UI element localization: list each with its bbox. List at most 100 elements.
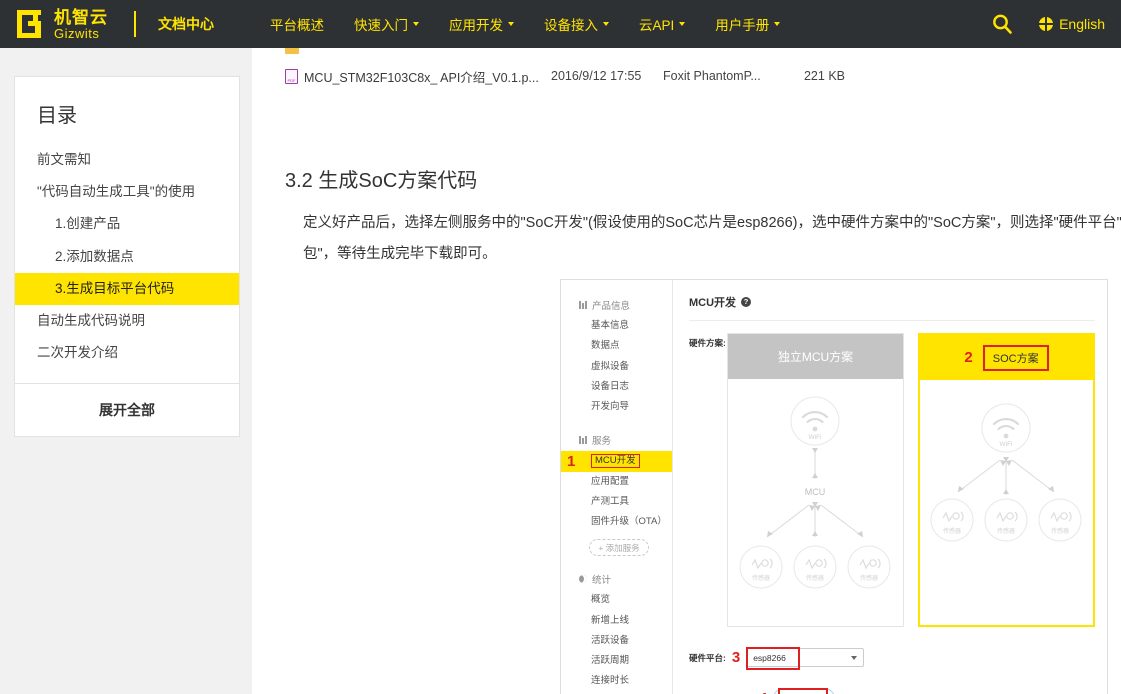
- generate-code-package-button[interactable]: 生成代码包: [773, 688, 835, 694]
- annotation-box: [746, 647, 800, 670]
- sidebar-item-secondary-development[interactable]: 二次开发介绍: [15, 337, 239, 369]
- nav-item-platform-overview[interactable]: 平台概述: [270, 14, 324, 34]
- expand-all-button[interactable]: 展开全部: [15, 383, 239, 436]
- sidebar-item-preface[interactable]: 前文需知: [15, 144, 239, 176]
- card-diagram-soc: WiFi: [920, 380, 1093, 625]
- toc-title: 目录: [15, 77, 239, 144]
- file-date: 2016/9/12 17:55: [551, 69, 663, 83]
- sidebar-item-create-product[interactable]: 1.创建产品: [15, 208, 239, 240]
- file-type: Foxit PhantomP...: [663, 69, 775, 83]
- hardware-scheme-label: 硬件方案:: [689, 333, 727, 627]
- screenshot-main-panel: MCU开发 ? 硬件方案: 独立MCU方案: [673, 280, 1108, 694]
- file-name-cell: MCU_STM32F103C8x_ API介绍_V0.1.p...: [285, 67, 551, 86]
- add-service-button[interactable]: + 添加服务: [589, 539, 649, 556]
- table-of-contents: 目录 前文需知 "代码自动生成工具"的使用 1.创建产品 2.添加数据点 3.生…: [14, 76, 240, 437]
- sidebar-item-generate-platform-code[interactable]: 3.生成目标平台代码: [15, 273, 239, 305]
- language-label: English: [1059, 16, 1105, 32]
- hardware-platform-select[interactable]: esp8266: [746, 648, 864, 667]
- moon-icon: [579, 575, 587, 583]
- screenshot-nav-active-period[interactable]: 活跃周期: [561, 651, 672, 671]
- svg-text:传感器: 传感器: [997, 527, 1015, 535]
- screenshot-group-statistics: 统计: [561, 568, 672, 590]
- screenshot-nav-firmware-ota[interactable]: 固件升级（OTA）: [561, 512, 672, 532]
- chevron-down-icon: [413, 22, 419, 26]
- screenshot-group-product-info: 产品信息: [561, 294, 672, 316]
- table-row[interactable]: MCU_STM32F103C8x_ API介绍_V0.1.p... 2016/9…: [285, 62, 885, 90]
- svg-text:MCU: MCU: [805, 487, 826, 497]
- svg-text:WiFi: WiFi: [1000, 441, 1013, 448]
- hardware-platform-row: 硬件平台: 3 esp8266: [673, 648, 1108, 667]
- nav-label: 云API: [639, 14, 674, 34]
- svg-text:传感器: 传感器: [860, 574, 878, 582]
- main-nav: 平台概述 快速入门 应用开发 设备接入 云API 用户手册: [270, 14, 810, 34]
- screenshot-nav-dev-wizard[interactable]: 开发向导: [561, 397, 672, 417]
- header-divider: [134, 11, 136, 37]
- card-title: 独立MCU方案: [778, 348, 853, 365]
- logo-text-cn: 机智云: [54, 9, 108, 26]
- screenshot-nav-active-devices[interactable]: 活跃设备: [561, 631, 672, 651]
- hardware-scheme-row: 硬件方案: 独立MCU方案: [689, 333, 1095, 627]
- file-name-cell: [285, 48, 551, 54]
- screenshot-nav-virtual-device[interactable]: 虚拟设备: [561, 357, 672, 377]
- screenshot-nav-app-config[interactable]: 应用配置: [561, 472, 672, 492]
- generate-row: 4 生成代码包: [673, 688, 1108, 694]
- screenshot-nav-basic-info[interactable]: 基本信息: [561, 316, 672, 336]
- file-listing: MCU_STM32F103C8x_ API介绍_V0.1.p... 2016/9…: [285, 48, 885, 90]
- panel-title-label: MCU开发: [689, 294, 736, 310]
- svg-text:传感器: 传感器: [806, 574, 824, 582]
- card-title: SOC方案: [983, 345, 1049, 371]
- card-diagram-mcu: WiFi MCU: [728, 379, 903, 624]
- sidebar-item-codegen-tool-usage[interactable]: "代码自动生成工具"的使用: [15, 176, 239, 208]
- annotation-marker-2: 2: [964, 349, 972, 366]
- svg-text:WiFi: WiFi: [809, 434, 822, 441]
- screenshot-nav-production-tool[interactable]: 产测工具: [561, 492, 672, 512]
- pdf-file-icon: [285, 69, 298, 84]
- search-button[interactable]: [991, 13, 1013, 35]
- card-standalone-mcu[interactable]: 独立MCU方案 WiFi: [727, 333, 904, 627]
- scheme-cards: 独立MCU方案 WiFi: [727, 333, 1095, 627]
- chevron-down-icon: [774, 22, 780, 26]
- folder-icon: [285, 48, 299, 54]
- site-logo[interactable]: 机智云 Gizwits: [0, 7, 108, 41]
- screenshot-group-services: 服务: [561, 429, 672, 451]
- left-column: 目录 前文需知 "代码自动生成工具"的使用 1.创建产品 2.添加数据点 3.生…: [0, 48, 252, 694]
- screenshot-nav-overview[interactable]: 概览: [561, 590, 672, 610]
- question-mark-icon[interactable]: ?: [741, 297, 751, 307]
- nav-item-cloud-api[interactable]: 云API: [639, 14, 685, 34]
- embedded-screenshot: 产品信息 基本信息 数据点 虚拟设备 设备日志 开发向导 服务 1 MCU开发 …: [560, 279, 1108, 694]
- sidebar-item-add-datapoint[interactable]: 2.添加数据点: [15, 241, 239, 273]
- annotation-marker-1: 1: [567, 451, 575, 474]
- nav-label: 用户手册: [715, 14, 769, 34]
- soc-topology-diagram: WiFi: [920, 380, 1093, 625]
- screenshot-nav-mcu-development[interactable]: 1 MCU开发: [561, 451, 672, 471]
- screenshot-sidebar: 产品信息 基本信息 数据点 虚拟设备 设备日志 开发向导 服务 1 MCU开发 …: [561, 280, 673, 694]
- nav-item-user-manual[interactable]: 用户手册: [715, 14, 780, 34]
- svg-text:传感器: 传感器: [752, 574, 770, 582]
- card-header: 2 SOC方案: [920, 335, 1093, 380]
- page-title: 3.2 生成SoC方案代码: [285, 164, 477, 193]
- screenshot-panel-title: MCU开发 ?: [689, 294, 1095, 321]
- logo-text-en: Gizwits: [54, 27, 108, 40]
- sidebar-item-autogen-code-notes[interactable]: 自动生成代码说明: [15, 305, 239, 337]
- chevron-down-icon: [851, 656, 857, 660]
- svg-text:传感器: 传感器: [943, 527, 961, 535]
- search-icon: [991, 13, 1013, 35]
- nav-item-app-development[interactable]: 应用开发: [449, 14, 514, 34]
- nav-item-device-access[interactable]: 设备接入: [544, 14, 609, 34]
- language-switcher[interactable]: English: [1039, 16, 1105, 32]
- screenshot-nav-connect-duration[interactable]: 连接时长: [561, 671, 672, 691]
- body-paragraph: 定义好产品后，选择左侧服务中的"SoC开发"(假设使用的SoC芯片是esp826…: [303, 208, 1121, 270]
- card-soc-scheme[interactable]: 2 SOC方案 WiFi: [918, 333, 1095, 627]
- mcu-topology-diagram: WiFi MCU: [728, 379, 903, 624]
- nav-item-quick-start[interactable]: 快速入门: [354, 14, 419, 34]
- svg-text:传感器: 传感器: [1051, 527, 1069, 535]
- nav-label: 平台概述: [270, 14, 324, 34]
- screenshot-nav-datapoints[interactable]: 数据点: [561, 336, 672, 356]
- main-content: MCU_STM32F103C8x_ API介绍_V0.1.p... 2016/9…: [252, 48, 1121, 694]
- nav-label: 快速入门: [354, 14, 408, 34]
- hardware-platform-label: 硬件平台:: [689, 652, 726, 664]
- doc-center-link[interactable]: 文档中心: [158, 14, 214, 34]
- screenshot-nav-new-online[interactable]: 新增上线: [561, 611, 672, 631]
- table-row[interactable]: [285, 48, 885, 62]
- screenshot-nav-device-log[interactable]: 设备日志: [561, 377, 672, 397]
